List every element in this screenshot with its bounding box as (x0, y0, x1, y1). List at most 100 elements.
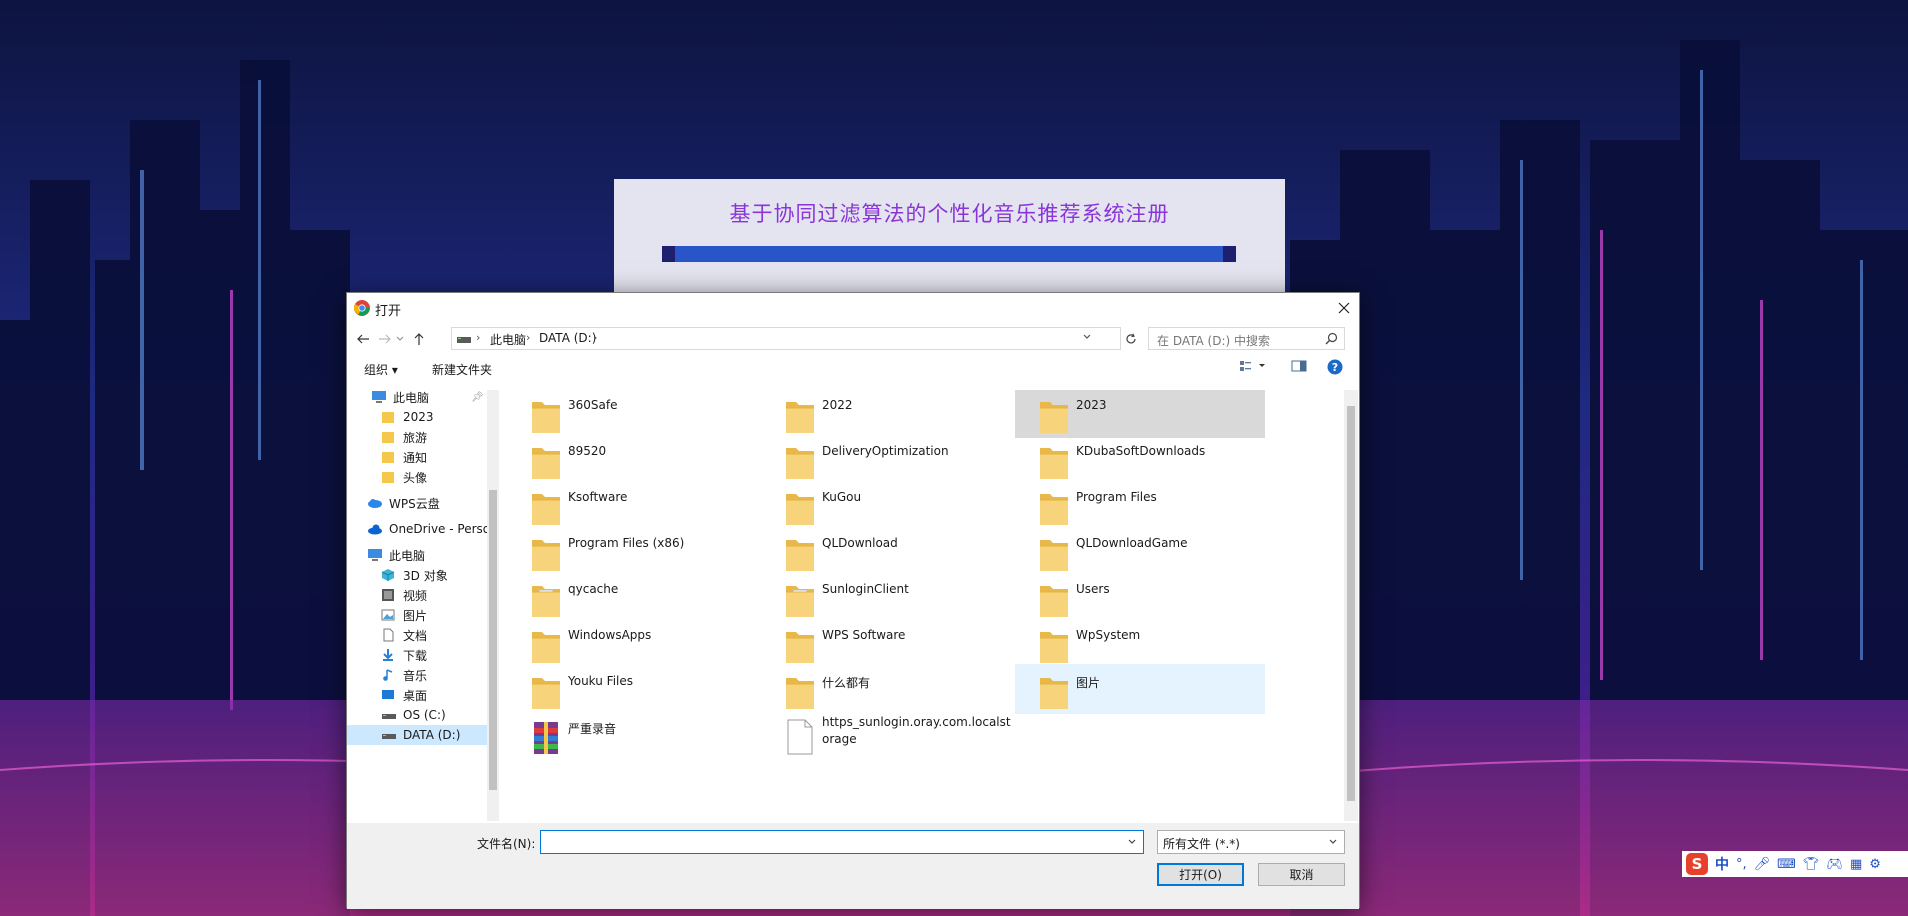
folder-item[interactable]: 图片 (1015, 664, 1265, 714)
help-icon: ? (1327, 359, 1343, 375)
file-name-input[interactable] (540, 830, 1144, 854)
nav-item[interactable]: 此电脑 (347, 545, 487, 565)
folder-item[interactable]: SunloginClient (761, 572, 1011, 622)
chevron-down-icon[interactable] (1127, 837, 1137, 847)
folder-item[interactable]: qycache (507, 572, 757, 622)
folder-item[interactable]: DeliveryOptimization (761, 434, 1011, 484)
folder-item[interactable]: QLDownloadGame (1015, 526, 1265, 576)
folder-item[interactable]: 89520 (507, 434, 757, 484)
nav-item[interactable]: 图片 (347, 605, 487, 625)
nav-item[interactable]: DATA (D:) (347, 725, 487, 745)
download-icon (381, 648, 397, 662)
sogou-logo-icon[interactable]: S (1686, 853, 1708, 875)
scrollbar-thumb[interactable] (1347, 406, 1355, 801)
nav-item-label: 此电脑 (393, 390, 430, 405)
breadcrumb-data-drive[interactable]: DATA (D:) (539, 331, 596, 345)
nav-item[interactable]: 文档 (347, 625, 487, 645)
folder-item[interactable]: WPS Software (761, 618, 1011, 668)
organize-button[interactable]: 组织 ▾ (364, 361, 398, 378)
nav-item-label: 下载 (403, 648, 428, 663)
nav-item-label: 头像 (403, 470, 428, 485)
folder-item[interactable]: WindowsApps (507, 618, 757, 668)
view-list-icon (1240, 361, 1265, 371)
nav-item[interactable]: 2023 (347, 407, 487, 427)
nav-item[interactable]: WPS云盘 (347, 493, 487, 513)
change-view-button[interactable] (1239, 359, 1267, 376)
nav-item[interactable]: 头像 (347, 467, 487, 487)
settings-icon[interactable]: ⚙︎ (1869, 857, 1881, 872)
folder-item[interactable]: 什么都有 (761, 664, 1011, 714)
nav-item[interactable]: 3D 对象 (347, 565, 487, 585)
folder-item[interactable]: Program Files (x86) (507, 526, 757, 576)
nav-item[interactable]: 音乐 (347, 665, 487, 685)
item-name: 什么都有 (822, 676, 871, 690)
folder-item[interactable]: KDubaSoftDownloads (1015, 434, 1265, 484)
gamepad-icon[interactable]: 🎮︎ (1826, 857, 1843, 872)
item-name: WPS Software (822, 628, 906, 642)
nav-item[interactable]: 通知 (347, 447, 487, 467)
new-folder-button[interactable]: 新建文件夹 (432, 361, 492, 378)
nav-item-label: 3D 对象 (403, 568, 448, 583)
up-button[interactable] (409, 329, 429, 349)
folder-icon (1039, 442, 1069, 480)
address-bar[interactable]: › 此电脑 › DATA (D:) › (451, 327, 1121, 350)
scrollbar-thumb[interactable] (489, 490, 497, 790)
recent-locations-button[interactable] (394, 329, 406, 349)
nav-item[interactable]: 旅游 (347, 427, 487, 447)
folder-item[interactable]: KuGou (761, 480, 1011, 530)
back-button[interactable] (353, 329, 373, 349)
nav-item[interactable]: OneDrive - Perso (347, 519, 487, 539)
file-list-scrollbar[interactable] (1344, 390, 1358, 821)
folder-item[interactable]: Users (1015, 572, 1265, 622)
navigation-pane-scrollbar[interactable] (487, 390, 499, 821)
navigation-row: › 此电脑 › DATA (D:) › 在 DATA (D:) 中搜索 (347, 325, 1359, 353)
chevron-down-icon[interactable] (1082, 332, 1092, 342)
search-box[interactable]: 在 DATA (D:) 中搜索 (1148, 327, 1345, 350)
file-type-select[interactable]: 所有文件 (*.*) (1157, 830, 1345, 854)
folder-icon (1039, 534, 1069, 572)
folder-icon (1039, 396, 1069, 434)
close-button[interactable] (1329, 293, 1359, 323)
help-button[interactable]: ? (1327, 359, 1343, 378)
keyboard-icon[interactable]: ⌨︎ (1777, 857, 1796, 872)
item-name: WpSystem (1076, 628, 1141, 642)
preview-pane-button[interactable] (1291, 359, 1307, 376)
nav-item[interactable]: 桌面 (347, 685, 487, 705)
grid-icon[interactable]: ▦ (1850, 857, 1862, 872)
cancel-button[interactable]: 取消 (1258, 863, 1345, 886)
folder-icon (785, 488, 815, 526)
folder-icon (785, 442, 815, 480)
computer-icon (367, 548, 383, 562)
folder-item[interactable]: QLDownload (761, 526, 1011, 576)
item-name: Users (1076, 582, 1110, 596)
folder-item[interactable]: Program Files (1015, 480, 1265, 530)
folder-icon (785, 396, 815, 434)
nav-item-label: OS (C:) (403, 708, 446, 722)
folder-item[interactable]: 2022 (761, 390, 1011, 438)
folder-item[interactable]: WpSystem (1015, 618, 1265, 668)
picture-icon (381, 608, 397, 622)
punctuation-icon[interactable]: °, (1736, 857, 1747, 872)
nav-item[interactable]: 下载 (347, 645, 487, 665)
folder-item[interactable]: Ksoftware (507, 480, 757, 530)
forward-button[interactable] (375, 329, 395, 349)
folder-item[interactable]: 2023 (1015, 390, 1265, 438)
nav-item[interactable]: 此电脑 📌︎ (347, 390, 487, 407)
skin-icon[interactable]: 👕︎ (1803, 857, 1820, 872)
file-item[interactable]: https_sunlogin.oray.com.localstorage (761, 710, 1011, 760)
folder-item[interactable]: Youku Files (507, 664, 757, 714)
folder-item[interactable]: 360Safe (507, 390, 757, 438)
microphone-icon[interactable]: 🎤︎ (1754, 857, 1771, 872)
file-item[interactable]: 严重录音 (507, 710, 757, 760)
refresh-button[interactable] (1119, 327, 1143, 350)
open-button[interactable]: 打开(O) (1157, 863, 1244, 886)
ime-mode-toggle[interactable]: 中 (1715, 854, 1729, 874)
folder-icon (381, 410, 397, 424)
pin-icon: 📌︎ (471, 391, 484, 403)
nav-item[interactable]: OS (C:) (347, 705, 487, 725)
file-open-dialog: 打开 › 此电脑 › DATA (D:) › 在 DATA (D:) 中搜索 组… (346, 292, 1360, 909)
folder-icon (1039, 488, 1069, 526)
nav-item[interactable]: 视频 (347, 585, 487, 605)
breadcrumb-this-pc[interactable]: 此电脑 (490, 331, 526, 348)
folder-icon (785, 580, 815, 618)
